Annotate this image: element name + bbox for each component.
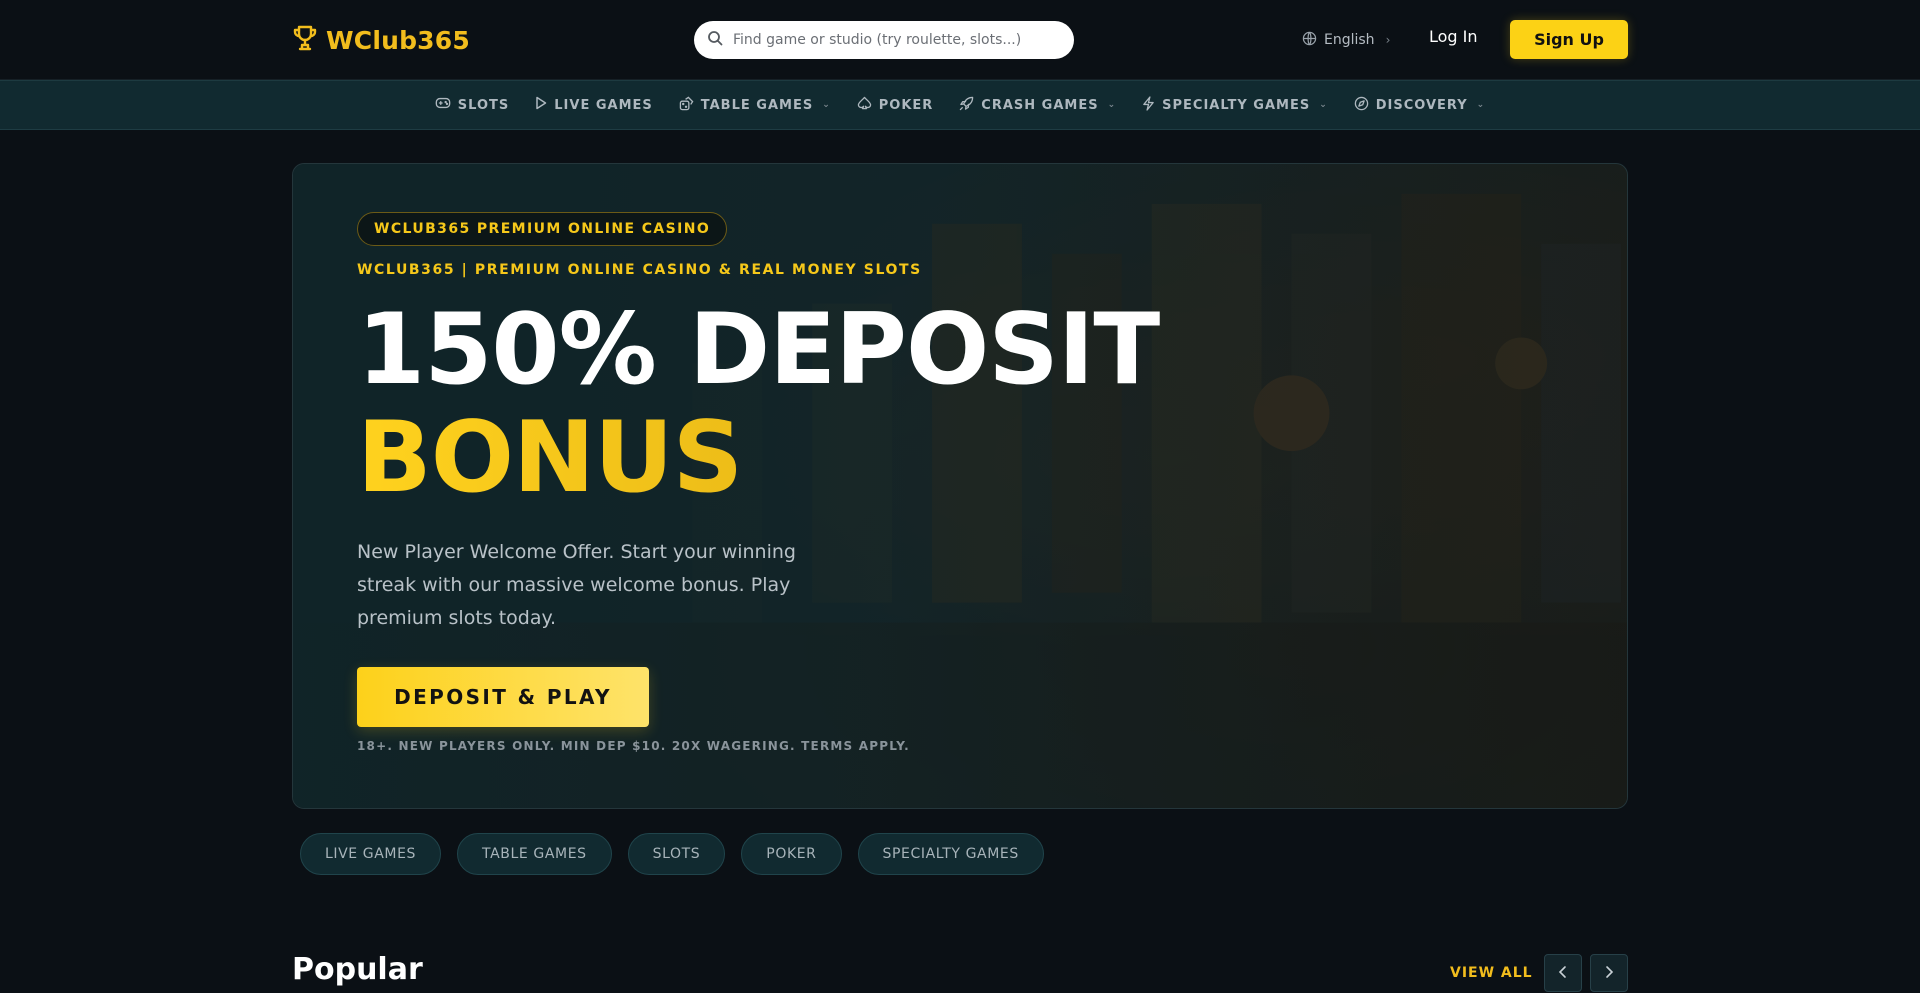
hero-banner: WCLUB365 PREMIUM ONLINE CASINO WCLUB365 … — [292, 163, 1628, 809]
brand-logo[interactable]: WClub365 — [292, 24, 470, 56]
language-selector[interactable]: English › — [1302, 28, 1390, 52]
lightning-icon — [1142, 95, 1155, 115]
hero-kicker: WCLUB365 | PREMIUM ONLINE CASINO & REAL … — [357, 262, 922, 278]
category-nav: SLOTS LIVE GAMES TABLE GAMES ⌄ POKER CRA… — [0, 80, 1920, 130]
chip-live-games[interactable]: LIVE GAMES — [300, 833, 442, 875]
login-button[interactable]: Log In — [1429, 27, 1478, 46]
chip-table-games[interactable]: TABLE GAMES — [457, 833, 612, 875]
nav-item-label: SPECIALTY GAMES — [1162, 97, 1311, 113]
search-input[interactable] — [733, 32, 1063, 48]
hero-badge: WCLUB365 PREMIUM ONLINE CASINO — [357, 212, 728, 246]
section-title-popular: Popular — [292, 952, 423, 987]
nav-item-label: LIVE GAMES — [554, 97, 653, 113]
dice-icon — [679, 96, 694, 115]
top-header: WClub365 English › Log In Sign Up — [0, 0, 1920, 80]
brand-name: WClub365 — [326, 25, 470, 55]
chevron-down-icon: ⌄ — [1107, 100, 1117, 110]
chevron-down-icon: ⌄ — [822, 100, 831, 110]
nav-item-label: DISCOVERY — [1375, 97, 1468, 113]
chevron-right-icon — [1604, 964, 1614, 983]
nav-item-specialty-games[interactable]: SPECIALTY GAMES ⌄ — [1142, 95, 1328, 115]
signup-button[interactable]: Sign Up — [1510, 20, 1628, 59]
rocket-icon — [959, 96, 974, 115]
hero-headline-highlight: BONUS — [357, 408, 1159, 508]
chevron-down-icon: ⌄ — [1319, 100, 1328, 110]
chip-slots[interactable]: SLOTS — [627, 833, 726, 875]
gamepad-icon — [435, 96, 451, 114]
nav-item-table-games[interactable]: TABLE GAMES ⌄ — [679, 96, 831, 115]
nav-item-live-games[interactable]: LIVE GAMES — [535, 96, 653, 114]
search-icon — [707, 30, 723, 50]
language-label: English — [1324, 32, 1375, 48]
nav-item-poker[interactable]: POKER — [857, 96, 934, 114]
chevron-right-icon: › — [1385, 33, 1391, 47]
hero-description: New Player Welcome Offer. Start your win… — [357, 541, 796, 629]
chevron-left-icon — [1558, 964, 1568, 983]
spade-icon — [857, 96, 872, 114]
nav-item-label: TABLE GAMES — [700, 97, 814, 113]
nav-item-slots[interactable]: SLOTS — [435, 96, 509, 114]
globe-icon — [1302, 31, 1317, 50]
hero-headline: 150% DEPOSIT — [357, 293, 1160, 407]
carousel-next-button[interactable] — [1590, 954, 1628, 992]
deposit-play-button[interactable]: DEPOSIT & PLAY — [357, 667, 649, 727]
compass-icon — [1354, 96, 1369, 115]
hero-terms: 18+. NEW PLAYERS ONLY. MIN DEP $10. 20X … — [357, 739, 910, 753]
chevron-down-icon: ⌄ — [1476, 100, 1486, 110]
nav-item-label: CRASH GAMES — [981, 97, 1099, 113]
nav-item-label: POKER — [878, 97, 934, 113]
nav-item-label: SLOTS — [457, 97, 510, 113]
play-icon — [535, 96, 547, 114]
carousel-prev-button[interactable] — [1544, 954, 1582, 992]
view-all-link[interactable]: VIEW ALL — [1450, 965, 1533, 981]
search-bar[interactable] — [694, 21, 1074, 59]
category-chips: LIVE GAMES TABLE GAMES SLOTS POKER SPECI… — [300, 833, 1044, 875]
trophy-icon — [292, 24, 318, 56]
nav-item-discovery[interactable]: DISCOVERY ⌄ — [1354, 96, 1485, 115]
chip-specialty-games[interactable]: SPECIALTY GAMES — [857, 833, 1044, 875]
chip-poker[interactable]: POKER — [741, 833, 842, 875]
nav-item-crash-games[interactable]: CRASH GAMES ⌄ — [959, 96, 1116, 115]
hero-content: WCLUB365 PREMIUM ONLINE CASINO WCLUB365 … — [357, 212, 1160, 753]
